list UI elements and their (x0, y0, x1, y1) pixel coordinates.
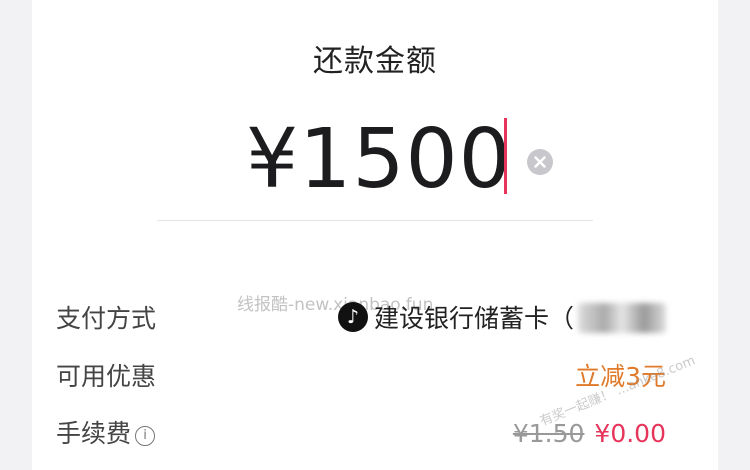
fee-row: 手续费 i ¥1.50 ¥0.00 (56, 414, 666, 454)
payment-method-value[interactable]: ♪ 建设银行储蓄卡（ (337, 299, 666, 339)
info-icon[interactable]: i (135, 426, 156, 446)
payment-method-label: 支付方式 (56, 304, 157, 333)
tiktok-icon: ♪ (337, 302, 368, 332)
bank-card-name: 建设银行储蓄卡（ (373, 304, 574, 333)
divider (157, 220, 593, 221)
discount-label: 可用优惠 (56, 362, 157, 391)
clear-icon[interactable] (527, 149, 553, 175)
fee-label-text: 手续费 (56, 419, 132, 448)
payment-method-row[interactable]: 支付方式 ♪ 建设银行储蓄卡（ (56, 299, 666, 339)
discount-row[interactable]: 可用优惠 立减3元 (56, 357, 666, 397)
text-caret (504, 118, 507, 194)
page-title: 还款金额 (313, 44, 437, 79)
fee-value: ¥1.50 ¥0.00 (513, 414, 666, 454)
amount-value[interactable]: ¥1500 (246, 112, 512, 208)
masked-card-number (578, 303, 666, 333)
fee-label: 手续费 i (56, 414, 156, 454)
repayment-card: 还款金额 ¥1500 线报酷-new.xianbao.fun 支付方式 ♪ 建设银… (32, 0, 718, 470)
final-fee: ¥0.00 (594, 419, 666, 448)
amount-input[interactable]: ¥1500 (32, 112, 718, 208)
